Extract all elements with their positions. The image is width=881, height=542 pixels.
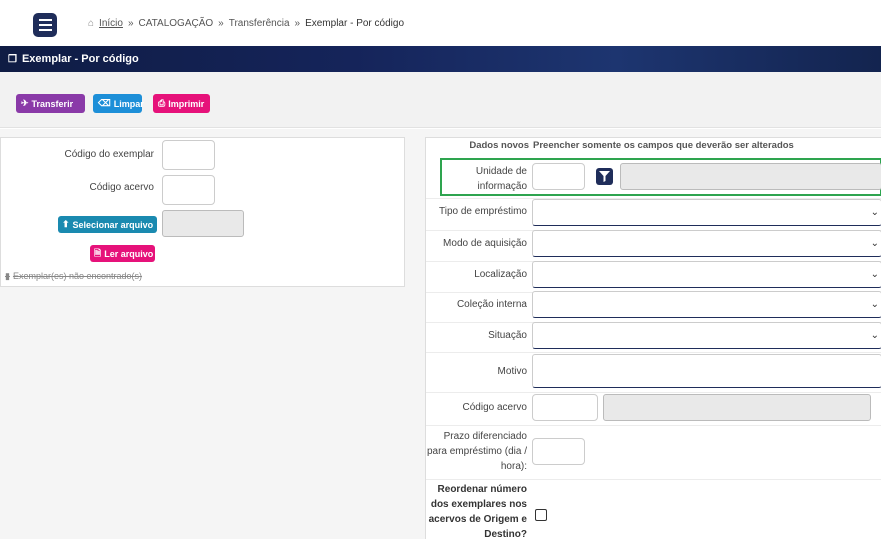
limpar-button[interactable]: ⌫ Limpar — [93, 94, 144, 113]
unidade-name-display — [620, 163, 881, 190]
page-title-bar: ❐ Exemplar - Por código — [0, 46, 881, 72]
document-icon: ▮ — [5, 271, 10, 281]
breadcrumb-current: Exemplar - Por código — [305, 18, 405, 29]
localizacao-label: Localização — [474, 269, 527, 280]
menu-bar-line — [38, 19, 52, 21]
chevron-down-icon: ⌄ — [870, 269, 879, 280]
breadcrumb-item: Transferência — [228, 18, 290, 29]
unidade-code-input[interactable] — [532, 163, 585, 190]
row-divider — [426, 352, 881, 353]
breadcrumb-separator: » — [294, 18, 301, 29]
codigo-acervo-label: Código acervo — [89, 182, 154, 193]
prazo-input[interactable] — [532, 438, 585, 465]
row-divider — [426, 392, 881, 393]
codigo-exemplar-label: Código do exemplar — [64, 149, 155, 160]
eraser-icon: ⌫ — [98, 98, 111, 108]
selecionar-arquivo-button[interactable]: ⬆ Selecionar arquivo — [58, 216, 157, 233]
transfer-icon: ✈ — [21, 98, 29, 108]
chevron-down-icon: ⌄ — [870, 330, 879, 341]
not-found-message: ▮ Exemplar(es) não encontrado(s) — [5, 271, 142, 282]
breadcrumb: ⌂ Início » CATALOGAÇÃO » Transferência » Exempl… — [88, 18, 404, 29]
unidade-informacao-label: Unidade de informação — [475, 166, 527, 192]
action-toolbar: ✈ Transferir ⌫ Limpar ⎙ Imprimir — [0, 72, 881, 128]
upload-icon: ⬆ — [62, 219, 70, 229]
codigo-exemplar-input[interactable] — [162, 140, 215, 170]
chevron-down-icon: ⌄ — [870, 299, 879, 310]
breadcrumb-separator: » — [127, 18, 134, 29]
breadcrumb-separator: » — [218, 18, 224, 29]
motivo-label: Motivo — [497, 366, 527, 377]
codigo-acervo-input[interactable] — [162, 175, 215, 205]
file-name-display — [162, 210, 244, 237]
codigo-acervo-new-input[interactable] — [532, 394, 598, 421]
tipo-emprestimo-label: Tipo de empréstimo — [439, 206, 527, 217]
codigo-acervo-new-label: Código acervo — [462, 402, 527, 413]
prazo-diferenciado-label: Prazo diferenciado para empréstimo (dia … — [426, 431, 527, 472]
chevron-down-icon: ⌄ — [870, 238, 879, 249]
acervo-name-display — [603, 394, 871, 421]
breadcrumb-item: CATALOGAÇÃO — [138, 18, 214, 29]
localizacao-select[interactable]: ⌄ — [532, 261, 881, 288]
print-icon: ⎙ — [158, 98, 166, 108]
filter-button[interactable] — [596, 168, 613, 185]
top-bar: ⌂ Início » CATALOGAÇÃO » Transferência » Exempl… — [0, 0, 881, 46]
imprimir-button[interactable]: ⎙ Imprimir — [153, 94, 210, 113]
reordenar-label: Reordenar número dos exemplares nos acer… — [428, 484, 527, 540]
motivo-textarea[interactable] — [532, 354, 881, 388]
page-title: Exemplar - Por código — [21, 53, 139, 65]
file-icon: 🗎 — [94, 247, 102, 258]
situacao-select[interactable]: ⌄ — [532, 322, 881, 349]
transferir-button[interactable]: ✈ Transferir — [16, 94, 85, 113]
selecionar-arquivo-label: Selecionar arquivo — [72, 219, 154, 230]
new-data-panel: Dados novos Preencher somente os campos … — [425, 137, 881, 540]
transferir-label: Transferir — [31, 98, 74, 109]
filter-icon — [599, 171, 610, 182]
search-panel: Código do exemplar Código acervo ⬆ Selec… — [0, 137, 405, 287]
instruction-header: Preencher somente os campos que deverão … — [533, 140, 794, 151]
ler-arquivo-label: Ler arquivo — [104, 248, 154, 259]
colecao-interna-select[interactable]: ⌄ — [532, 291, 881, 318]
breadcrumb-home-link[interactable]: Início — [99, 18, 123, 29]
menu-bar-line — [38, 24, 52, 26]
imprimir-label: Imprimir — [168, 98, 205, 109]
row-divider — [426, 425, 881, 426]
tipo-emprestimo-select[interactable]: ⌄ — [532, 199, 881, 226]
modo-aquisicao-select[interactable]: ⌄ — [532, 230, 881, 257]
reordenar-checkbox[interactable] — [535, 509, 547, 521]
ler-arquivo-button[interactable]: 🗎 Ler arquivo — [90, 245, 155, 262]
not-found-text: Exemplar(es) não encontrado(s) — [12, 271, 143, 281]
modo-aquisicao-label: Modo de aquisição — [443, 238, 527, 249]
dados-novos-header: Dados novos — [469, 140, 529, 151]
row-divider — [426, 479, 881, 480]
limpar-label: Limpar — [113, 98, 144, 109]
chevron-down-icon: ⌄ — [870, 207, 879, 218]
home-icon: ⌂ — [88, 18, 95, 29]
menu-bar-line — [38, 29, 52, 31]
copy-icon: ❐ — [8, 53, 17, 65]
hamburger-menu-button[interactable] — [33, 13, 57, 37]
situacao-label: Situação — [488, 330, 527, 341]
colecao-interna-label: Coleção interna — [456, 299, 527, 310]
